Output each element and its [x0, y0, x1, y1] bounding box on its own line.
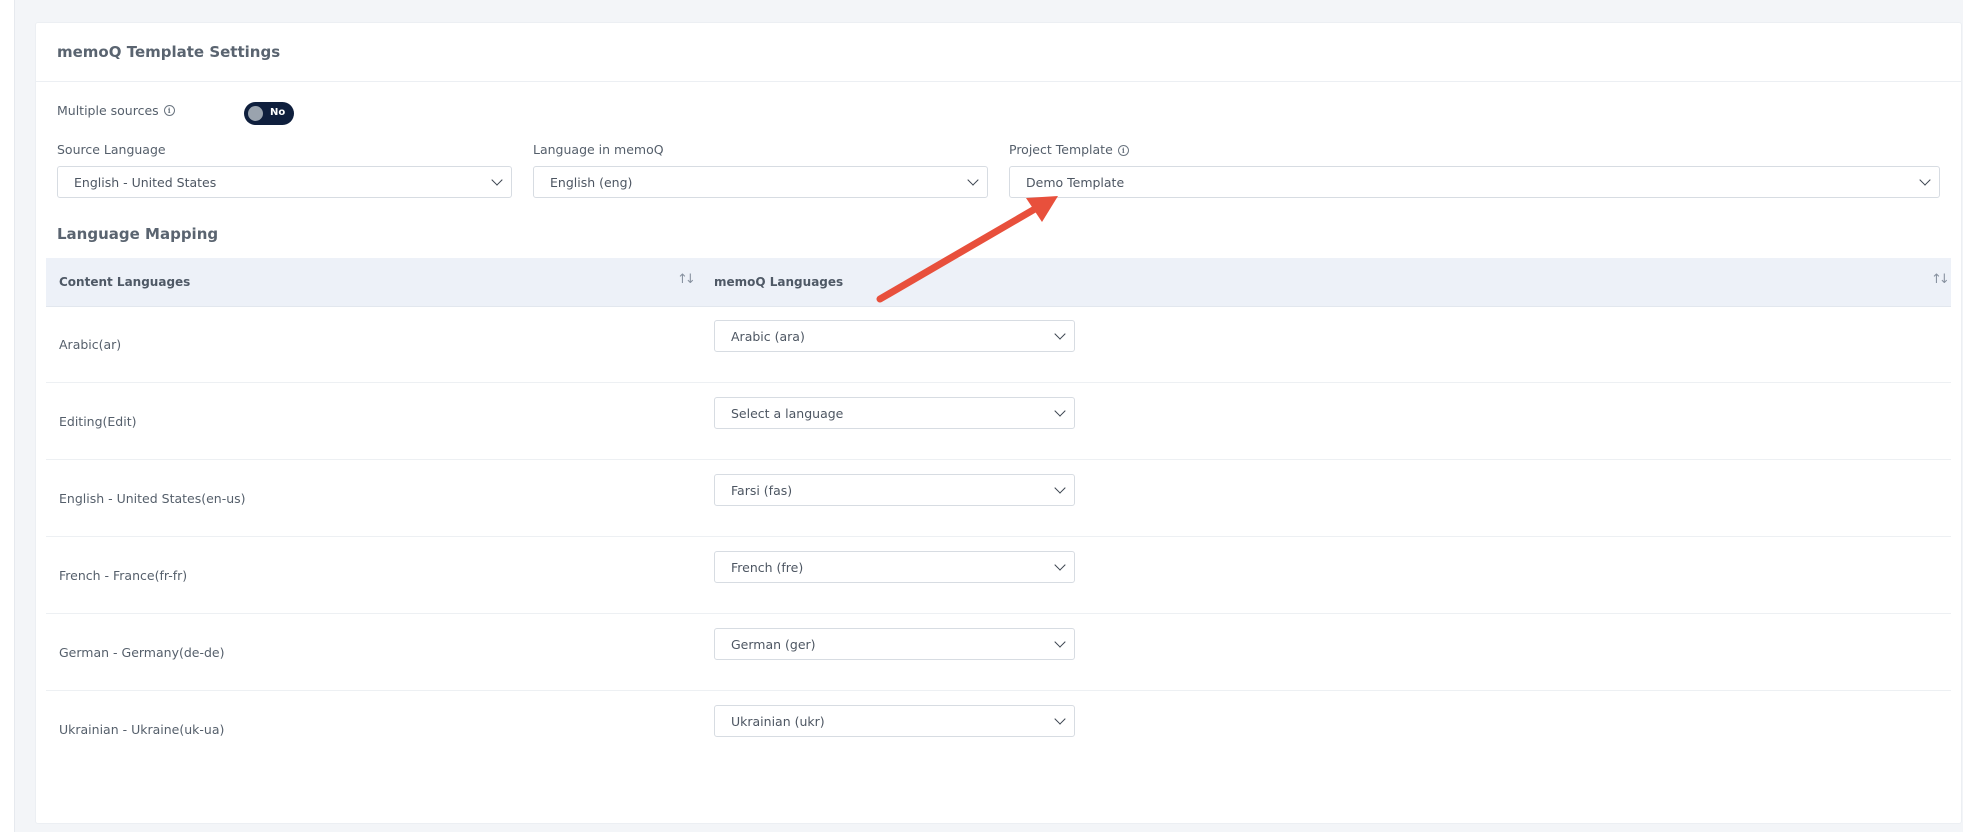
- memoq-language-select[interactable]: German (ger): [714, 628, 1075, 660]
- multiple-sources-toggle[interactable]: No: [244, 102, 294, 125]
- multiple-sources-row: Multiple sources i: [57, 103, 175, 118]
- content-language: German - Germany(de-de): [59, 645, 225, 660]
- source-language-select[interactable]: English - United States: [57, 166, 512, 198]
- content-language: Editing(Edit): [59, 414, 137, 429]
- language-in-memoq-label: Language in memoQ: [533, 142, 664, 157]
- table-row: French - France(fr-fr) French (fre): [46, 537, 1951, 614]
- memoq-language-value: Select a language: [731, 405, 844, 421]
- content-language: Ukrainian - Ukraine(uk-ua): [59, 722, 225, 737]
- memoq-language-select[interactable]: French (fre): [714, 551, 1075, 583]
- memoq-language-value: Arabic (ara): [731, 328, 805, 344]
- source-language-label: Source Language: [57, 142, 166, 157]
- table-row: Editing(Edit) Select a language: [46, 383, 1951, 460]
- memoq-language-value: German (ger): [731, 636, 816, 652]
- memoq-language-value: Ukrainian (ukr): [731, 713, 825, 729]
- column-header-memoq-languages[interactable]: memoQ Languages: [714, 275, 843, 289]
- multiple-sources-label: Multiple sources: [57, 103, 159, 118]
- sort-icon[interactable]: ↑↓: [1931, 272, 1950, 287]
- content-language: Arabic(ar): [59, 337, 122, 352]
- source-language-value: English - United States: [74, 174, 217, 190]
- memoq-language-select[interactable]: Ukrainian (ukr): [714, 705, 1075, 737]
- content-language: French - France(fr-fr): [59, 568, 188, 583]
- info-icon[interactable]: i: [163, 105, 175, 116]
- memoq-language-select[interactable]: Arabic (ara): [714, 320, 1075, 352]
- card-header: memoQ Template Settings: [36, 23, 1961, 82]
- card-title: memoQ Template Settings: [57, 43, 281, 61]
- chevron-down-icon: [1054, 328, 1066, 340]
- column-header-content-languages[interactable]: Content Languages: [59, 275, 190, 289]
- chevron-down-icon: [1054, 713, 1066, 725]
- project-template-value: Demo Template: [1026, 174, 1125, 190]
- table-row: German - Germany(de-de) German (ger): [46, 614, 1951, 691]
- language-in-memoq-value: English (eng): [550, 174, 633, 190]
- memoq-language-value: Farsi (fas): [731, 482, 793, 498]
- project-template-label-row: Project Template i: [1009, 142, 1940, 157]
- chevron-down-icon: [1054, 482, 1066, 494]
- chevron-down-icon: [491, 174, 503, 186]
- table-row: Arabic(ar) Arabic (ara): [46, 306, 1951, 383]
- source-language-field: Source Language English - United States: [57, 142, 512, 198]
- language-in-memoq-select[interactable]: English (eng): [533, 166, 988, 198]
- chevron-down-icon: [1054, 636, 1066, 648]
- content-language: English - United States(en-us): [59, 491, 246, 506]
- toggle-knob: [248, 106, 263, 121]
- chevron-down-icon: [1919, 174, 1931, 186]
- chevron-down-icon: [1054, 559, 1066, 571]
- project-template-select[interactable]: Demo Template: [1009, 166, 1940, 198]
- template-settings-card: memoQ Template Settings Multiple sources…: [35, 22, 1962, 824]
- language-mapping-title: Language Mapping: [57, 225, 219, 243]
- memoq-language-value: French (fre): [731, 559, 804, 575]
- chevron-down-icon: [1054, 405, 1066, 417]
- memoq-language-select[interactable]: Select a language: [714, 397, 1075, 429]
- info-icon[interactable]: i: [1117, 145, 1129, 156]
- table-row: Ukrainian - Ukraine(uk-ua) Ukrainian (uk…: [46, 691, 1951, 767]
- mapping-table-header: Content Languages ↑↓ memoQ Languages ↑↓: [46, 258, 1951, 307]
- project-template-label: Project Template: [1009, 142, 1113, 157]
- left-sidebar-strip: [0, 0, 15, 832]
- memoq-language-select[interactable]: Farsi (fas): [714, 474, 1075, 506]
- table-row: English - United States(en-us) Farsi (fa…: [46, 460, 1951, 537]
- language-in-memoq-field: Language in memoQ English (eng): [533, 142, 988, 198]
- chevron-down-icon: [967, 174, 979, 186]
- sort-icon[interactable]: ↑↓: [677, 272, 696, 287]
- toggle-text: No: [270, 107, 286, 118]
- project-template-field: Project Template i Demo Template: [1009, 142, 1940, 198]
